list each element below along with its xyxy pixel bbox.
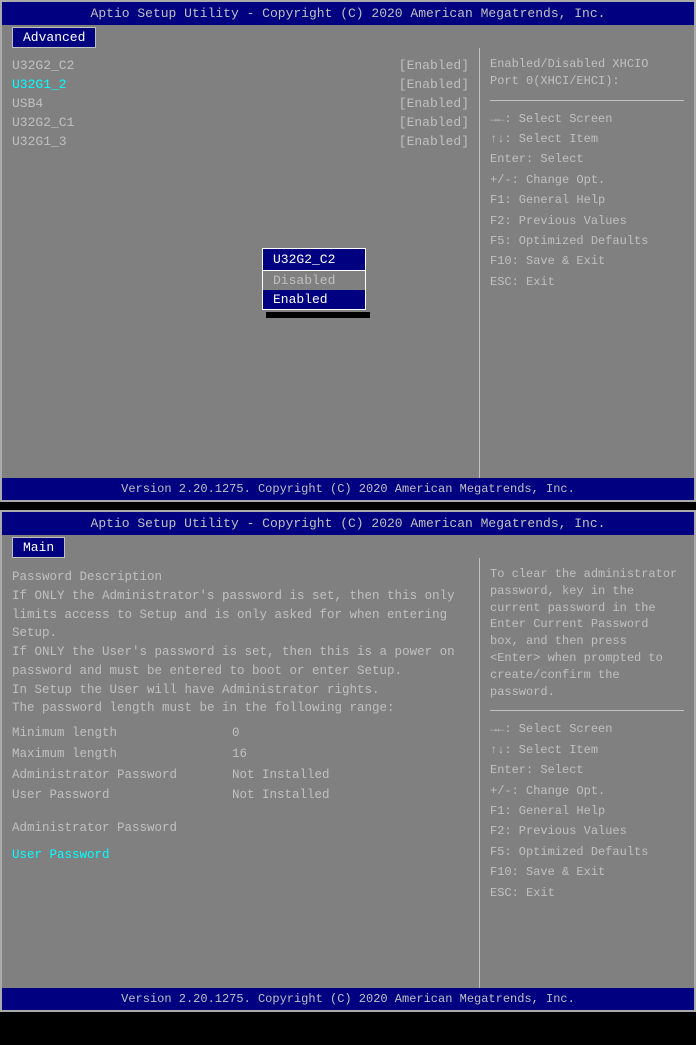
row-u32g2c1: U32G2_C1 [Enabled]: [12, 115, 469, 130]
label-u32g1-2[interactable]: U32G1_2: [12, 77, 67, 92]
screen1-divider: [490, 100, 684, 101]
shortcut-enter: Enter: Select: [490, 149, 684, 169]
label-u32g1-3: U32G1_3: [12, 134, 67, 149]
pwd-desc-line2: limits access to Setup and is only asked…: [12, 606, 469, 625]
pwd-min-length-row: Minimum length 0: [12, 724, 469, 743]
pwd-desc-line3: Setup.: [12, 624, 469, 643]
shortcut-esc: ESC: Exit: [490, 272, 684, 292]
s2-shortcut-esc: ESC: Exit: [490, 883, 684, 903]
row-u32g1-2[interactable]: U32G1_2 [Enabled]: [12, 77, 469, 92]
shortcut-f1: F1: General Help: [490, 190, 684, 210]
pwd-user-row: User Password Not Installed: [12, 786, 469, 805]
label-u32g2c1: U32G2_C1: [12, 115, 74, 130]
label-usb4: USB4: [12, 96, 43, 111]
s2-shortcut-select-screen: →←: Select Screen: [490, 719, 684, 739]
label-u32g2c2: U32G2_C2: [12, 58, 74, 73]
screen1-main: U32G2_C2 [Enabled] U32G1_2 [Enabled] USB…: [2, 48, 694, 478]
shortcut-f2: F2: Previous Values: [490, 211, 684, 231]
s2-shortcut-f5: F5: Optimized Defaults: [490, 842, 684, 862]
shortcut-f5: F5: Optimized Defaults: [490, 231, 684, 251]
value-u32g1-3: [Enabled]: [399, 134, 469, 149]
pwd-desc-line6: In Setup the User will have Administrato…: [12, 681, 469, 700]
value-u32g1-2: [Enabled]: [399, 77, 469, 92]
row-usb4: USB4 [Enabled]: [12, 96, 469, 111]
screen1-left: U32G2_C2 [Enabled] U32G1_2 [Enabled] USB…: [2, 48, 479, 478]
pwd-user-label: User Password: [12, 786, 232, 805]
screen1: Aptio Setup Utility - Copyright (C) 2020…: [0, 0, 696, 502]
tab-main[interactable]: Main: [12, 537, 65, 558]
shortcut-f10: F10: Save & Exit: [490, 251, 684, 271]
screen2-topbar: Aptio Setup Utility - Copyright (C) 2020…: [2, 512, 694, 535]
pwd-admin-row: Administrator Password Not Installed: [12, 766, 469, 785]
pwd-desc-title: Password Description: [12, 568, 469, 587]
pwd-user-value: Not Installed: [232, 786, 330, 805]
pwd-desc-line7: The password length must be in the follo…: [12, 699, 469, 718]
s2-shortcut-f1: F1: General Help: [490, 801, 684, 821]
screen1-right: Enabled/Disabled XHCIO Port 0(XHCI/EHCI)…: [479, 48, 694, 478]
dropdown-body: Disabled Enabled: [262, 271, 366, 310]
screen2-main: Password Description If ONLY the Adminis…: [2, 558, 694, 988]
pwd-min-length-value: 0: [232, 724, 240, 743]
pwd-min-length-label: Minimum length: [12, 724, 232, 743]
shortcut-change: +/-: Change Opt.: [490, 170, 684, 190]
screen1-tab-row: Advanced: [2, 25, 694, 48]
pwd-desc-line4: If ONLY the User's password is set, then…: [12, 643, 469, 662]
dropdown-u32g2c2: U32G2_C2 Disabled Enabled: [262, 248, 366, 318]
row-u32g1-3: U32G1_3 [Enabled]: [12, 134, 469, 149]
tab-advanced[interactable]: Advanced: [12, 27, 96, 48]
pwd-admin-label: Administrator Password: [12, 766, 232, 785]
screen1-bottombar: Version 2.20.1275. Copyright (C) 2020 Am…: [2, 478, 694, 500]
dropdown-title: U32G2_C2: [262, 248, 366, 271]
pwd-description-section: Password Description If ONLY the Adminis…: [12, 568, 469, 718]
row-u32g2c2: U32G2_C2 [Enabled]: [12, 58, 469, 73]
pwd-max-length-label: Maximum length: [12, 745, 232, 764]
screen2-left: Password Description If ONLY the Adminis…: [2, 558, 479, 988]
screen1-shortcuts: →←: Select Screen ↑↓: Select Item Enter:…: [490, 109, 684, 293]
screen2-help-text: To clear the administrator password, key…: [490, 566, 684, 700]
s2-shortcut-select-item: ↑↓: Select Item: [490, 740, 684, 760]
value-usb4: [Enabled]: [399, 96, 469, 111]
value-u32g2c1: [Enabled]: [399, 115, 469, 130]
screen2-right: To clear the administrator password, key…: [479, 558, 694, 988]
screen1-topbar: Aptio Setup Utility - Copyright (C) 2020…: [2, 2, 694, 25]
screen2-tab-row: Main: [2, 535, 694, 558]
screen2-shortcuts: →←: Select Screen ↑↓: Select Item Enter:…: [490, 719, 684, 903]
shortcut-select-screen: →←: Select Screen: [490, 109, 684, 129]
s2-shortcut-enter: Enter: Select: [490, 760, 684, 780]
pwd-desc-line5: password and must be entered to boot or …: [12, 662, 469, 681]
value-u32g2c2: [Enabled]: [399, 58, 469, 73]
screen2: Aptio Setup Utility - Copyright (C) 2020…: [0, 510, 696, 1012]
screen1-help-text: Enabled/Disabled XHCIO Port 0(XHCI/EHCI)…: [490, 56, 684, 90]
screen2-divider: [490, 710, 684, 711]
pwd-max-length-value: 16: [232, 745, 247, 764]
shortcut-select-item: ↑↓: Select Item: [490, 129, 684, 149]
pwd-admin-value: Not Installed: [232, 766, 330, 785]
dropdown-item-disabled[interactable]: Disabled: [263, 271, 365, 290]
pwd-max-length-row: Maximum length 16: [12, 745, 469, 764]
s2-shortcut-f2: F2: Previous Values: [490, 821, 684, 841]
pwd-desc-line1: If ONLY the Administrator's password is …: [12, 587, 469, 606]
admin-password-action[interactable]: Administrator Password: [12, 819, 469, 838]
screen2-bottombar: Version 2.20.1275. Copyright (C) 2020 Am…: [2, 988, 694, 1010]
screens-separator: [0, 502, 696, 510]
dropdown-item-enabled[interactable]: Enabled: [263, 290, 365, 309]
s2-shortcut-change: +/-: Change Opt.: [490, 781, 684, 801]
s2-shortcut-f10: F10: Save & Exit: [490, 862, 684, 882]
user-password-action[interactable]: User Password: [12, 846, 469, 865]
